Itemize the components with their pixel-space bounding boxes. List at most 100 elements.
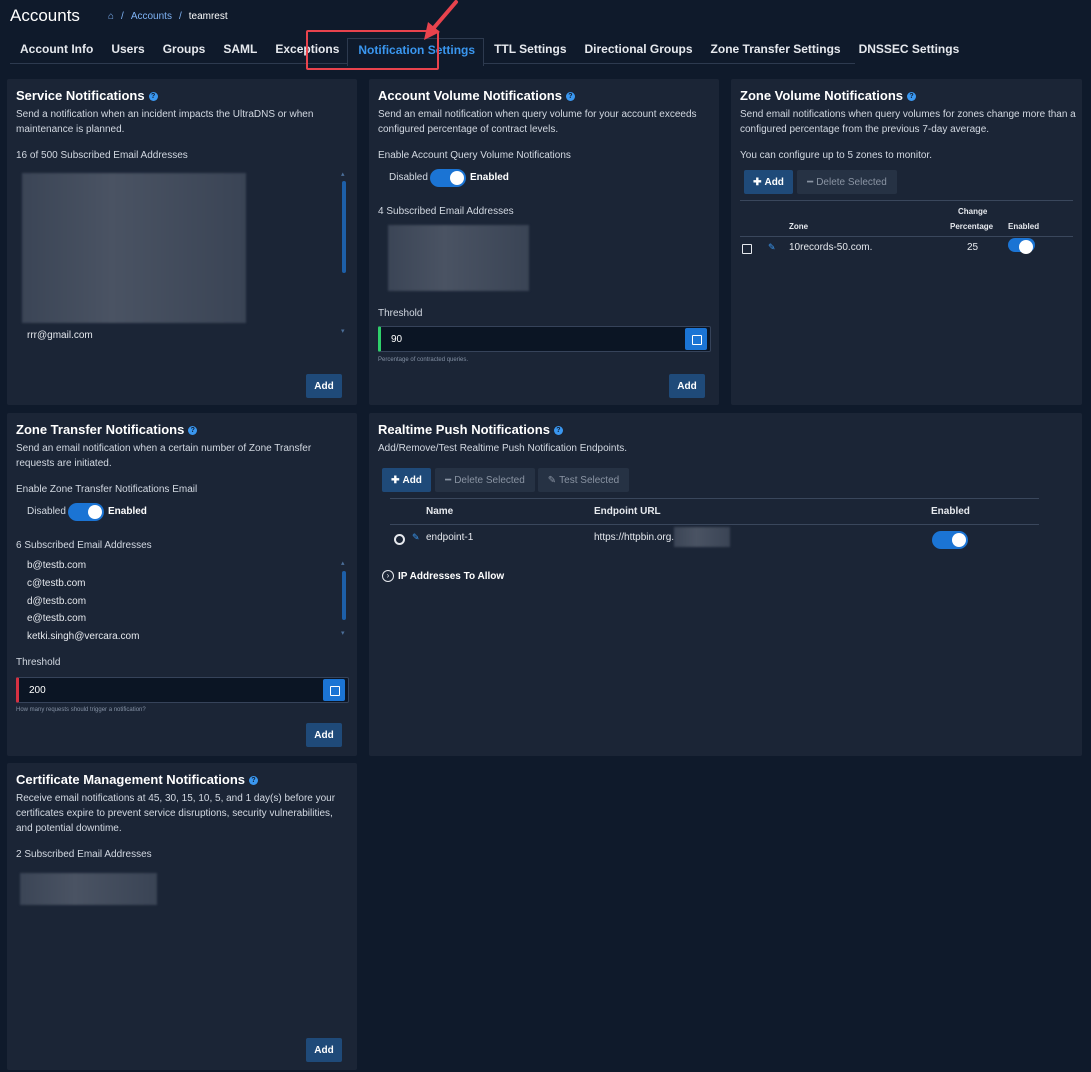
zone-transfer-panel: Zone Transfer Notifications? Send an ema… xyxy=(7,413,357,756)
pencil-icon: ✎ xyxy=(547,474,557,486)
add-button[interactable]: Add xyxy=(306,723,342,747)
minus-icon: ━ xyxy=(445,474,452,486)
table-top-border xyxy=(740,200,1073,201)
certificate-description: Receive email notifications at 45, 30, 1… xyxy=(16,793,336,834)
service-description: Send a notification when an incident imp… xyxy=(16,109,314,135)
minus-icon: ━ xyxy=(807,176,814,188)
delete-selected-button[interactable]: ━ Delete Selected xyxy=(797,170,897,194)
help-icon[interactable]: ? xyxy=(148,92,158,102)
service-title: Service Notifications xyxy=(16,88,145,103)
tab-groups[interactable]: Groups xyxy=(153,36,214,64)
help-icon[interactable]: ? xyxy=(907,92,916,102)
delete-label: Delete Selected xyxy=(454,474,525,486)
zone-transfer-description: Send an email notification when a certai… xyxy=(16,443,312,469)
add-label: Add xyxy=(402,474,422,486)
column-header-change: Change xyxy=(958,207,988,216)
panel-title: Certificate Management Notifications? xyxy=(16,772,258,787)
tab-directional-groups[interactable]: Directional Groups xyxy=(575,36,701,64)
add-button[interactable]: Add xyxy=(669,374,705,398)
email-item: d@testb.com xyxy=(27,596,87,607)
column-header-zone: Zone xyxy=(789,222,809,231)
zone-enabled-toggle[interactable] xyxy=(1008,238,1035,254)
plus-icon: ✚ xyxy=(753,176,762,188)
add-endpoint-button[interactable]: ✚ Add xyxy=(382,468,431,492)
help-icon[interactable]: ? xyxy=(565,92,575,102)
redacted-email-list xyxy=(20,873,157,905)
toggle-disabled-label: Disabled xyxy=(27,506,66,517)
tab-users[interactable]: Users xyxy=(101,36,152,64)
enable-label: Enable Zone Transfer Notifications Email xyxy=(16,484,198,495)
column-header-enabled: Enabled xyxy=(931,506,970,517)
account-volume-description: Send an email notification when query vo… xyxy=(378,109,697,135)
redacted-email-list xyxy=(388,225,529,291)
panel-title: Zone Volume Notifications? xyxy=(740,88,916,103)
zone-limit-text: You can configure up to 5 zones to monit… xyxy=(740,150,932,161)
scroll-down-icon[interactable]: ▾ xyxy=(341,629,345,637)
tab-account-info[interactable]: Account Info xyxy=(10,36,101,64)
help-icon[interactable]: ? xyxy=(188,426,198,436)
certificate-panel: Certificate Management Notifications? Re… xyxy=(7,763,357,1070)
zone-transfer-title: Zone Transfer Notifications xyxy=(16,422,185,437)
panel-title: Zone Transfer Notifications? xyxy=(16,422,198,437)
scrollbar[interactable] xyxy=(342,571,346,620)
row-checkbox[interactable] xyxy=(742,244,752,254)
account-volume-toggle[interactable] xyxy=(430,169,466,187)
tab-zone-transfer-settings[interactable]: Zone Transfer Settings xyxy=(701,36,849,64)
threshold-label: Threshold xyxy=(378,308,423,319)
help-icon[interactable]: ? xyxy=(553,426,563,436)
save-icon[interactable] xyxy=(685,328,707,350)
plus-icon: ✚ xyxy=(391,474,400,486)
subscribed-count: 16 of 500 Subscribed Email Addresses xyxy=(16,150,188,161)
redacted-email-list xyxy=(22,173,246,323)
zone-volume-panel: Zone Volume Notifications? Send email no… xyxy=(731,79,1082,405)
realtime-push-panel: Realtime Push Notifications? Add/Remove/… xyxy=(369,413,1082,756)
toggle-enabled-label: Enabled xyxy=(470,172,509,183)
edit-pencil-icon[interactable]: ✎ xyxy=(768,243,776,252)
column-header-name: Name xyxy=(426,506,454,517)
delete-selected-button[interactable]: ━ Delete Selected xyxy=(435,468,535,492)
row-radio[interactable] xyxy=(394,534,405,545)
scroll-up-icon[interactable]: ▴ xyxy=(341,170,345,178)
threshold-input[interactable]: 200 xyxy=(16,677,349,703)
table-header-border xyxy=(740,236,1073,237)
zone-name-cell: 10records-50.com. xyxy=(789,242,873,253)
tab-saml[interactable]: SAML xyxy=(213,36,265,64)
realtime-title: Realtime Push Notifications xyxy=(378,422,550,437)
annotation-arrow-icon xyxy=(424,0,458,40)
breadcrumb-accounts-link[interactable]: Accounts xyxy=(131,11,172,22)
subscribed-count: 6 Subscribed Email Addresses xyxy=(16,540,152,551)
tab-ttl-settings[interactable]: TTL Settings xyxy=(484,36,574,64)
zone-transfer-toggle[interactable] xyxy=(68,503,104,521)
table-header-border xyxy=(390,524,1039,525)
scroll-down-icon[interactable]: ▾ xyxy=(341,327,345,335)
threshold-input[interactable]: 90 xyxy=(378,326,711,352)
top-bar: Accounts ⌂ / Accounts / teamrest Account… xyxy=(0,0,1091,72)
ip-addresses-toggle[interactable]: IP Addresses To Allow xyxy=(398,571,504,582)
add-button[interactable]: Add xyxy=(306,1038,342,1062)
chevron-right-icon[interactable]: › xyxy=(382,570,394,582)
add-button[interactable]: Add xyxy=(306,374,342,398)
email-item: b@testb.com xyxy=(27,560,87,571)
email-item: ketki.singh@vercara.com xyxy=(27,631,140,642)
certificate-title: Certificate Management Notifications xyxy=(16,772,245,787)
endpoint-enabled-toggle[interactable] xyxy=(932,531,968,549)
edit-pencil-icon[interactable]: ✎ xyxy=(412,533,420,542)
scrollbar[interactable] xyxy=(342,181,346,273)
delete-label: Delete Selected xyxy=(816,176,887,188)
breadcrumb: ⌂ / Accounts / teamrest xyxy=(108,11,228,22)
scroll-up-icon[interactable]: ▴ xyxy=(341,559,345,567)
breadcrumb-current: teamrest xyxy=(188,11,228,22)
help-icon[interactable]: ? xyxy=(249,776,258,786)
save-icon[interactable] xyxy=(323,679,345,701)
table-top-border xyxy=(390,498,1039,499)
test-selected-button[interactable]: ✎ Test Selected xyxy=(538,468,629,492)
tab-dnssec-settings[interactable]: DNSSEC Settings xyxy=(849,36,968,64)
email-item: e@testb.com xyxy=(27,613,87,624)
zone-percentage-cell: 25 xyxy=(967,242,979,253)
enable-label: Enable Account Query Volume Notification… xyxy=(378,150,571,161)
account-volume-title: Account Volume Notifications xyxy=(378,88,562,103)
add-zone-button[interactable]: ✚ Add xyxy=(744,170,793,194)
home-icon[interactable]: ⌂ xyxy=(108,11,114,22)
realtime-description: Add/Remove/Test Realtime Push Notificati… xyxy=(378,443,628,454)
threshold-label: Threshold xyxy=(16,657,61,668)
